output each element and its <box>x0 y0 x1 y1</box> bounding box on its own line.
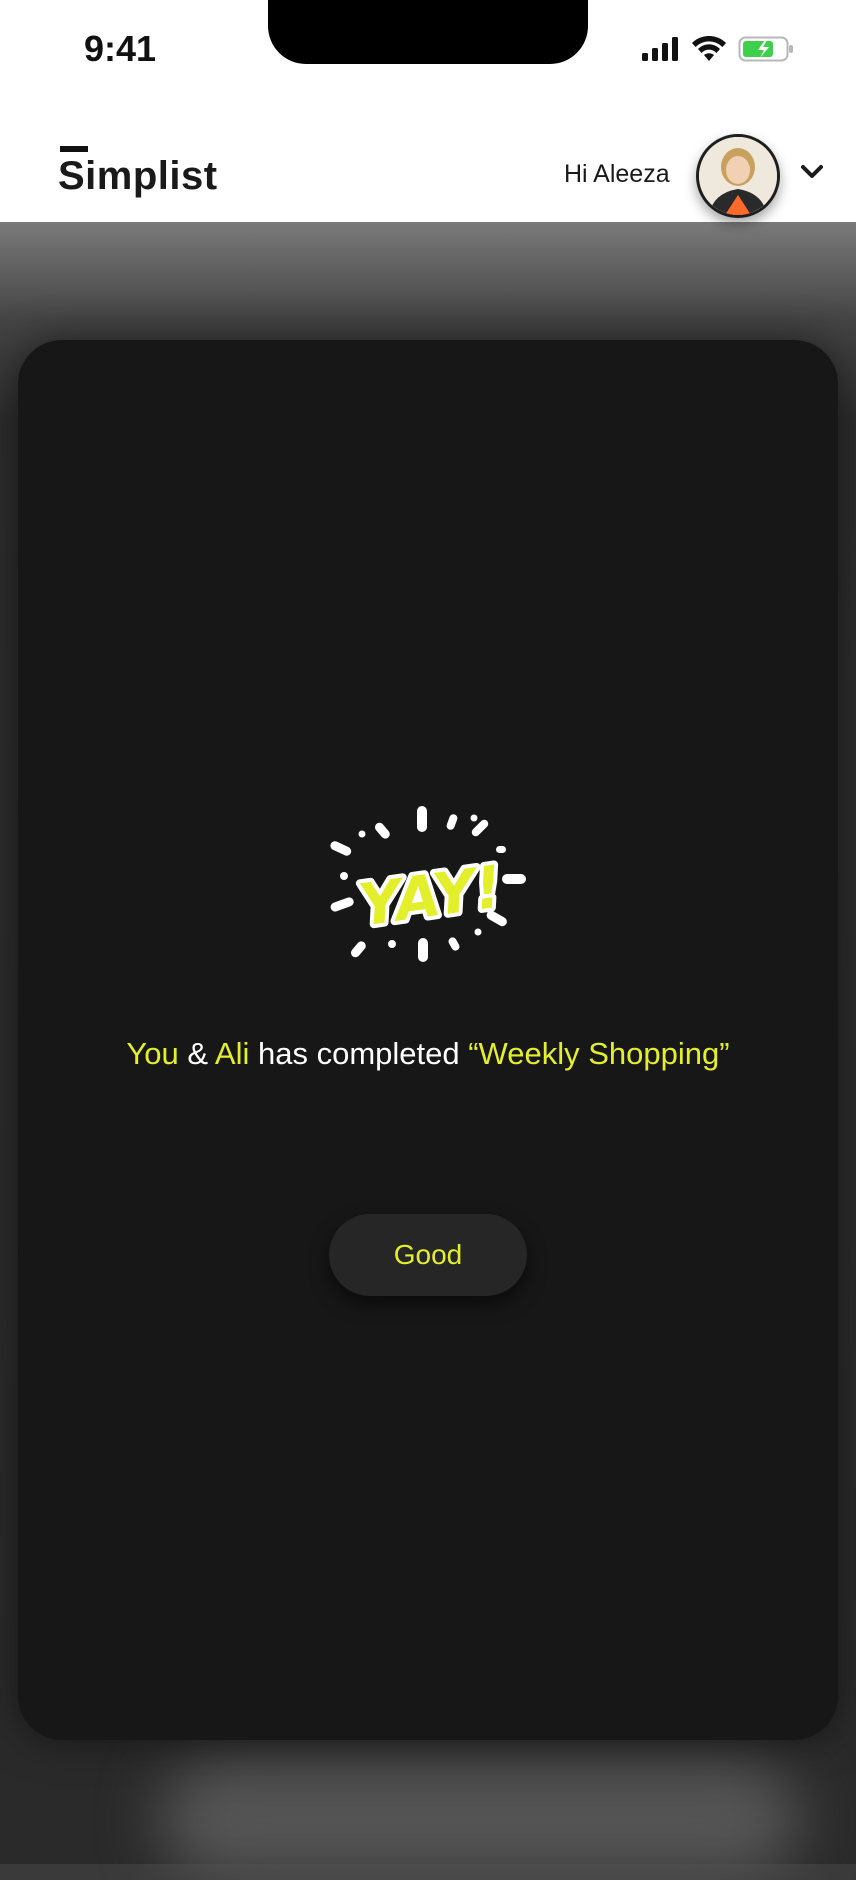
message-completed: has completed <box>249 1036 469 1071</box>
avatar-photo-icon <box>699 137 777 215</box>
good-button[interactable]: Good <box>329 1214 527 1296</box>
background-blur <box>160 1760 800 1880</box>
logo-mark <box>60 146 88 152</box>
app-logo: Simplist <box>58 154 218 198</box>
device-notch <box>268 0 588 64</box>
yay-text: YAY! <box>355 852 506 939</box>
battery-charging-icon <box>738 36 793 62</box>
yay-celebration-icon: YAY! YAY! <box>330 806 526 962</box>
status-bar: 9:41 <box>0 0 856 110</box>
user-greeting: Hi Aleeza <box>564 160 670 188</box>
completion-message: You & Ali has completed “Weekly Shopping… <box>120 1030 736 1078</box>
status-icons <box>642 36 794 62</box>
message-and: & <box>178 1036 215 1071</box>
wifi-icon <box>692 36 726 61</box>
message-you: You <box>126 1036 179 1071</box>
status-time: 9:41 <box>84 28 157 69</box>
app-header: Simplist Hi Aleeza <box>0 110 856 222</box>
chevron-down-icon[interactable] <box>800 164 824 180</box>
user-avatar[interactable] <box>696 134 780 218</box>
message-partner: Ali <box>214 1036 250 1071</box>
message-list-name: “Weekly Shopping” <box>468 1036 730 1071</box>
cellular-signal-icon <box>642 37 678 61</box>
